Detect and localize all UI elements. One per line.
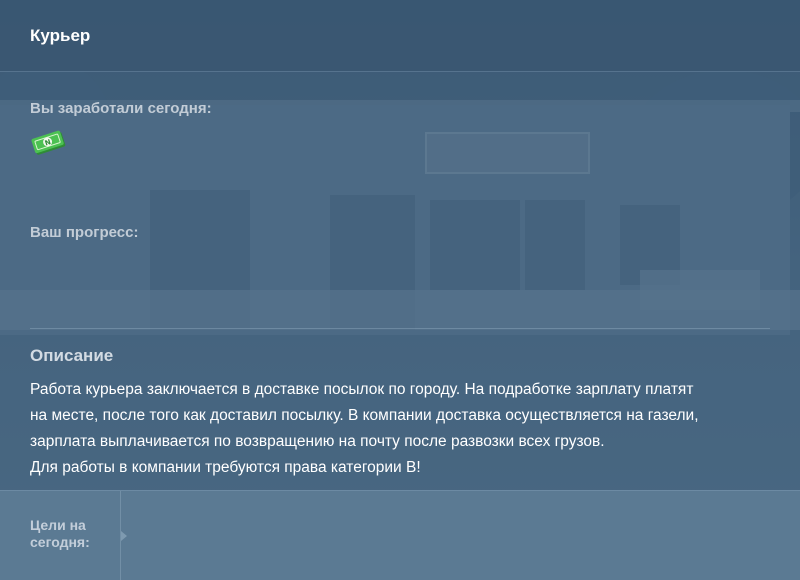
description-body: Работа курьера заключается в доставке по… [30,377,780,481]
goals-bar: Цели на сегодня: [0,490,800,580]
earnings-label: Вы заработали сегодня: [30,100,212,117]
goals-arrow-icon [121,531,127,541]
description-title: Описание [30,346,114,365]
goals-label: Цели на сегодня: [30,517,90,550]
page-title: Курьер [30,26,91,45]
section-divider [30,328,770,329]
description-line: Для работы в компании требуются права ка… [30,459,421,476]
window-header: Курьер [0,0,800,72]
description-line: на месте, после того как доставил посылк… [30,407,699,424]
cash-icon: N [31,130,66,155]
progress-label: Ваш прогресс: [30,224,139,241]
description-line: зарплата выплачивается по возвращению на… [30,433,605,450]
description-line: Работа курьера заключается в доставке по… [30,381,694,398]
